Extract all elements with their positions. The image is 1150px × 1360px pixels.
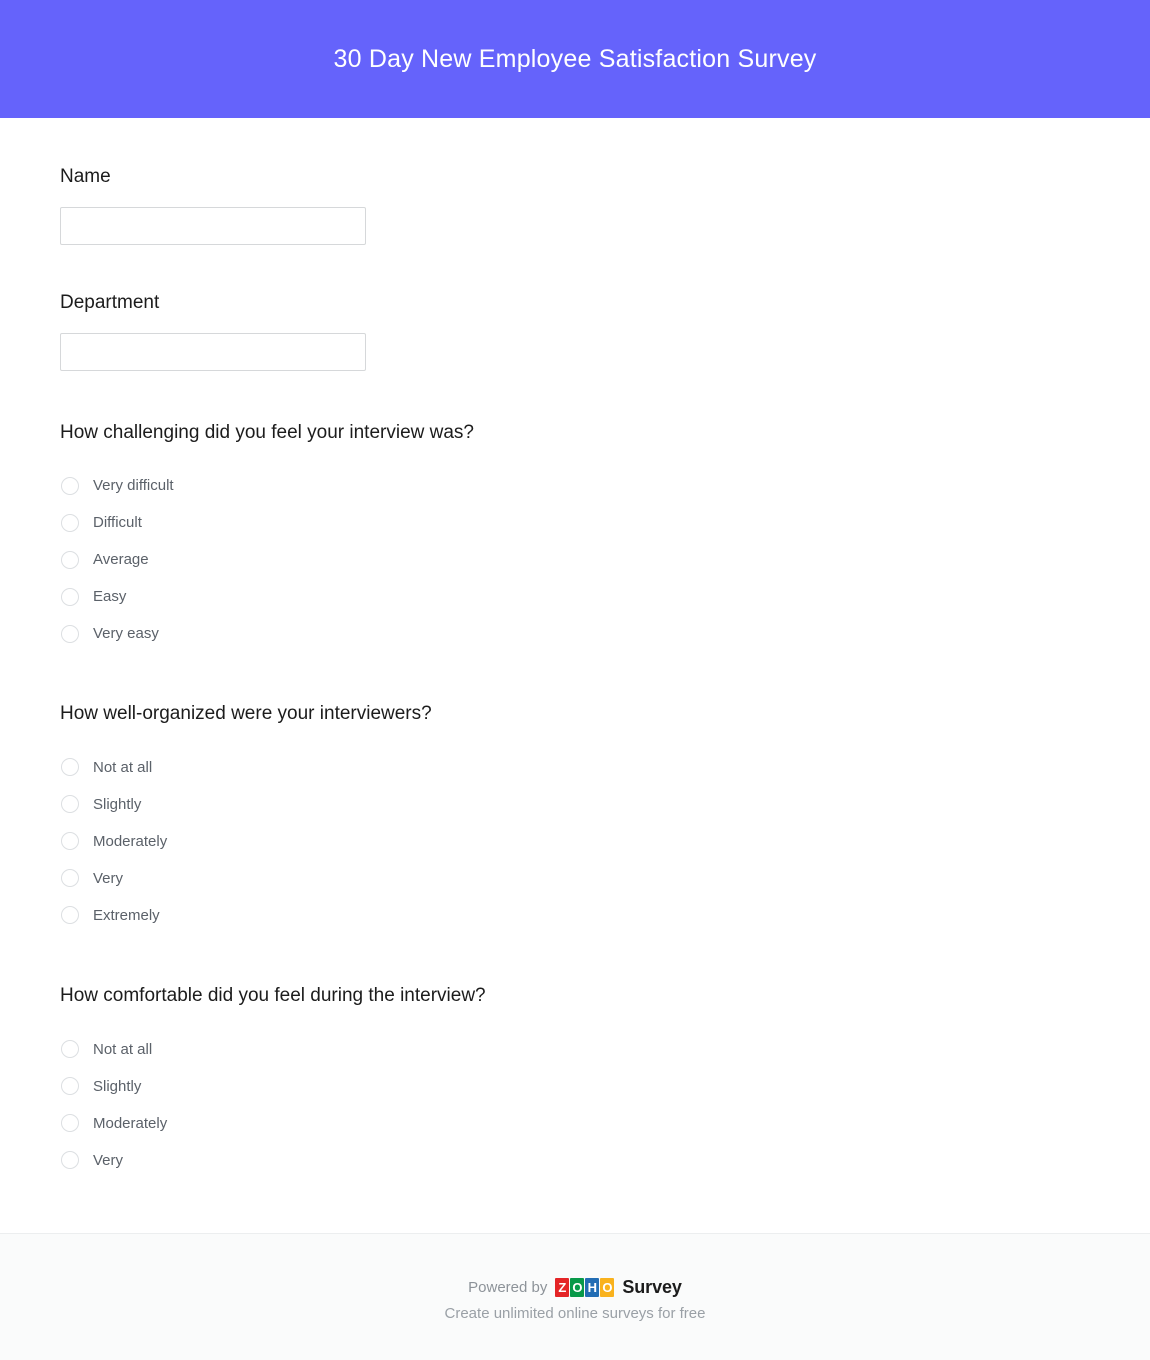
option-label: Not at all <box>93 758 153 776</box>
radio-option[interactable]: Slightly <box>60 786 1150 823</box>
radio-option[interactable]: Very difficult <box>60 467 1150 504</box>
option-label: Average <box>93 551 149 569</box>
radio-option[interactable]: Very easy <box>60 615 1150 652</box>
radio-icon[interactable] <box>61 1040 79 1059</box>
option-label: Extremely <box>93 906 160 924</box>
department-input[interactable] <box>60 332 366 371</box>
powered-by-row: Powered by Z O H O Survey <box>468 1276 682 1298</box>
radio-icon[interactable] <box>61 906 79 925</box>
radio-option[interactable]: Slightly <box>60 1068 1150 1105</box>
radio-option[interactable]: Moderately <box>60 823 1150 860</box>
survey-footer: Powered by Z O H O Survey Create unlimit… <box>0 1233 1150 1360</box>
powered-by-label: Powered by <box>468 1278 548 1296</box>
radio-option[interactable]: Moderately <box>60 1105 1150 1142</box>
question-comfortable: How comfortable did you feel during the … <box>60 984 1150 1179</box>
zoho-letter-z: Z <box>555 1277 570 1297</box>
question-organized: How well-organized were your interviewer… <box>60 702 1150 934</box>
question-challenging: How challenging did you feel your interv… <box>60 421 1150 653</box>
option-label: Very easy <box>93 625 159 643</box>
radio-icon[interactable] <box>61 550 79 569</box>
option-label: Slightly <box>93 795 142 813</box>
radio-option[interactable]: Not at all <box>60 1031 1150 1068</box>
option-group: Not at all Slightly Moderately Very <box>60 1031 1150 1179</box>
radio-option[interactable]: Very <box>60 1142 1150 1179</box>
radio-icon[interactable] <box>61 587 79 606</box>
page-title: 30 Day New Employee Satisfaction Survey <box>333 45 817 73</box>
question-title: How challenging did you feel your interv… <box>60 421 475 443</box>
radio-icon[interactable] <box>61 832 79 851</box>
option-label: Slightly <box>93 1077 142 1095</box>
option-label: Moderately <box>93 1114 168 1132</box>
field-label-name: Name <box>60 166 111 187</box>
radio-option[interactable]: Not at all <box>60 749 1150 786</box>
question-title: How comfortable did you feel during the … <box>60 984 486 1006</box>
field-department: Department <box>60 291 1150 371</box>
zoho-letter-o2: O <box>600 1277 615 1297</box>
radio-icon[interactable] <box>61 513 79 532</box>
radio-icon[interactable] <box>61 476 79 495</box>
name-input[interactable] <box>60 206 366 245</box>
option-group: Not at all Slightly Moderately Very Extr… <box>60 749 1150 934</box>
survey-body: Name Department How challenging did you … <box>0 118 1150 1233</box>
survey-page: 30 Day New Employee Satisfaction Survey … <box>0 0 1150 1360</box>
field-name: Name <box>60 165 1150 245</box>
question-title: How well-organized were your interviewer… <box>60 703 432 725</box>
product-name: Survey <box>622 1276 682 1297</box>
option-label: Very difficult <box>93 477 174 495</box>
radio-icon[interactable] <box>61 795 79 814</box>
zoho-letter-h: H <box>585 1277 600 1297</box>
radio-icon[interactable] <box>61 624 79 643</box>
footer-tagline: Create unlimited online surveys for free <box>444 1305 706 1322</box>
radio-icon[interactable] <box>61 869 79 888</box>
zoho-letter-o1: O <box>570 1277 585 1297</box>
option-label: Moderately <box>93 832 168 850</box>
radio-option[interactable]: Easy <box>60 578 1150 615</box>
radio-icon[interactable] <box>61 1077 79 1096</box>
zoho-logo-icon[interactable]: Z O H O <box>555 1277 615 1297</box>
radio-option[interactable]: Extremely <box>60 897 1150 934</box>
radio-option[interactable]: Very <box>60 860 1150 897</box>
survey-header: 30 Day New Employee Satisfaction Survey <box>0 0 1150 118</box>
radio-option[interactable]: Difficult <box>60 504 1150 541</box>
option-group: Very difficult Difficult Average Easy Ve… <box>60 467 1150 652</box>
radio-option[interactable]: Average <box>60 541 1150 578</box>
option-label: Very <box>93 869 124 887</box>
option-label: Not at all <box>93 1040 153 1058</box>
radio-icon[interactable] <box>61 1151 79 1170</box>
field-label-department: Department <box>60 291 160 313</box>
radio-icon[interactable] <box>61 1114 79 1133</box>
option-label: Very <box>93 1151 124 1169</box>
option-label: Difficult <box>93 514 142 532</box>
option-label: Easy <box>93 588 127 606</box>
radio-icon[interactable] <box>61 758 79 777</box>
